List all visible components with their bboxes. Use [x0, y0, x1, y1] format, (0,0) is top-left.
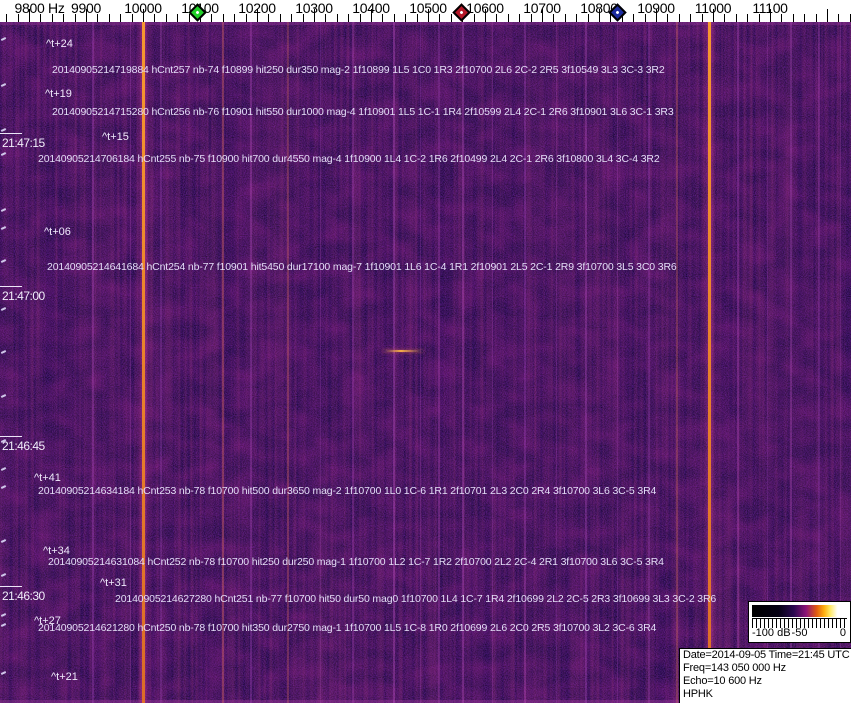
ruler-minor-tick: [154, 14, 156, 22]
ruler-minor-tick: [108, 14, 110, 22]
ruler-minor-tick: [576, 14, 578, 22]
ruler-minor-tick: [40, 14, 42, 22]
ruler-minor-tick: [667, 14, 669, 22]
ruler-major-tick: [827, 9, 828, 22]
ruler-minor-tick: [633, 14, 635, 22]
noise-streak: [524, 22, 526, 703]
ruler-minor-tick: [325, 14, 327, 22]
noise-streak: [737, 22, 739, 703]
noise-streak: [287, 22, 289, 703]
info-frequency: Freq=143 050 000 Hz: [683, 662, 786, 674]
ruler-minor-tick: [519, 14, 521, 22]
carrier-line: [142, 22, 145, 703]
spectrogram-canvas: [0, 22, 851, 703]
noise-streak: [130, 22, 131, 703]
noise-streak: [438, 22, 440, 703]
frequency-tick-label: 11000: [694, 0, 732, 16]
noise-streak: [676, 22, 678, 703]
ruler-minor-tick: [405, 14, 407, 22]
ruler-minor-tick: [678, 14, 680, 22]
frequency-tick-label: 10500: [409, 0, 447, 16]
ruler-minor-tick: [450, 14, 452, 22]
marker-center-dot: [615, 10, 620, 15]
ruler-minor-tick: [291, 14, 293, 22]
ruler-minor-tick: [804, 14, 806, 22]
noise-streak: [617, 22, 618, 703]
noise-streak: [393, 22, 395, 703]
ruler-minor-tick: [348, 14, 350, 22]
spectrogram-window: 9800 Hz990010000101001020010300104001050…: [0, 0, 851, 703]
noise-streak: [585, 22, 587, 703]
ruler-minor-tick: [120, 14, 122, 22]
ruler-minor-tick: [564, 14, 566, 22]
info-date-time: Date=2014-09-05 Time=21:45 UTC: [683, 649, 850, 661]
frequency-tick-label: 10200: [238, 0, 276, 16]
ruler-minor-tick: [51, 14, 53, 22]
ruler-minor-tick: [781, 14, 783, 22]
ruler-minor-tick: [507, 14, 509, 22]
frequency-tick-label: 10600: [466, 0, 504, 16]
ruler-minor-tick: [6, 14, 8, 22]
ruler-minor-tick: [279, 14, 281, 22]
ruler-minor-tick: [63, 14, 65, 22]
ruler-minor-tick: [838, 14, 840, 22]
noise-streak: [556, 22, 557, 703]
noise-streak: [160, 22, 162, 703]
ruler-minor-tick: [747, 14, 749, 22]
ruler-minor-tick: [177, 14, 179, 22]
noise-streak: [92, 22, 94, 703]
frequency-tick-label: 10000: [124, 0, 162, 16]
ruler-minor-tick: [211, 14, 213, 22]
color-gradient-bar: [752, 605, 847, 617]
noise-streak: [492, 22, 493, 703]
frequency-tick-label: 10400: [352, 0, 390, 16]
carrier-line: [708, 22, 711, 703]
frequency-tick-label: 10300: [295, 0, 333, 16]
db-color-scale: -100 dB -50 0: [748, 601, 851, 643]
noise-streak: [462, 22, 464, 703]
ruler-minor-tick: [735, 14, 737, 22]
ruler-minor-tick: [690, 14, 692, 22]
marker-center-dot: [195, 10, 200, 15]
ruler-minor-tick: [815, 14, 817, 22]
ruler-minor-tick: [724, 14, 726, 22]
ruler-minor-tick: [165, 14, 167, 22]
ruler-minor-tick: [336, 14, 338, 22]
ruler-minor-tick: [393, 14, 395, 22]
ruler-minor-tick: [234, 14, 236, 22]
ruler-minor-tick: [222, 14, 224, 22]
db-label-min: -100 dB: [752, 627, 791, 639]
ruler-minor-tick: [496, 14, 498, 22]
observation-info-box: Date=2014-09-05 Time=21:45 UTC Freq=143 …: [679, 648, 851, 703]
frequency-ruler: 9800 Hz990010000101001020010300104001050…: [0, 0, 851, 22]
frequency-tick-label: 10900: [637, 0, 675, 16]
frequency-tick-label: 10700: [523, 0, 561, 16]
ruler-minor-tick: [439, 14, 441, 22]
ruler-minor-tick: [792, 14, 794, 22]
noise-streak: [420, 22, 421, 703]
noise-streak: [648, 22, 650, 703]
noise-streak: [320, 22, 321, 703]
info-echo: Echo=10 600 Hz: [683, 675, 762, 687]
spectrogram-noise: [0, 22, 851, 703]
info-station: HPHK: [683, 688, 713, 700]
noise-streak: [222, 22, 224, 703]
top-noise-band: [0, 22, 851, 25]
ruler-minor-tick: [268, 14, 270, 22]
ruler-minor-tick: [553, 14, 555, 22]
db-label-max: 0: [839, 627, 846, 639]
noise-streak: [352, 22, 354, 703]
ruler-minor-tick: [97, 14, 99, 22]
marker-center-dot: [459, 10, 464, 15]
meteor-echo-trace: [383, 350, 423, 352]
db-label-mid: -50: [791, 627, 808, 639]
ruler-minor-tick: [382, 14, 384, 22]
noise-streak: [250, 22, 252, 703]
color-scale-labels: -100 dB -50 0: [752, 627, 847, 640]
